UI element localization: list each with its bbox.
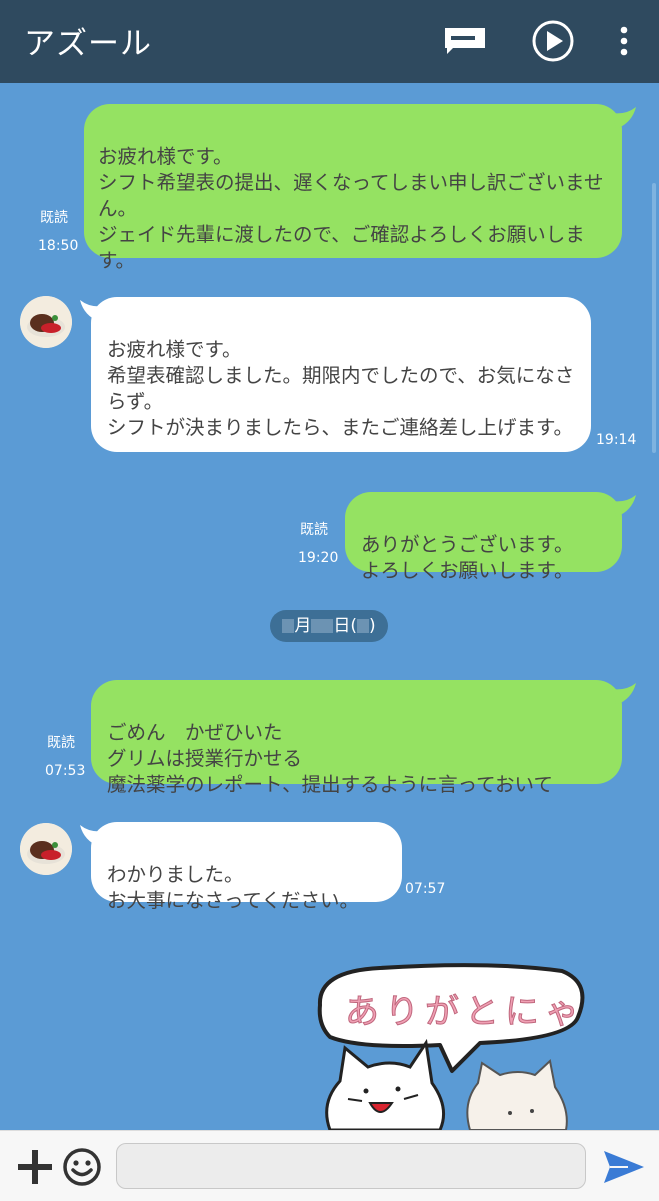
chat-header: アズール <box>0 0 659 83</box>
message-text: お疲れ様です。 シフト希望表の提出、遅くなってしまい申し訳ございません。 ジェイ… <box>98 145 604 272</box>
sticker-text: ありがとにゃ <box>345 992 585 1032</box>
more-vert-icon[interactable] <box>615 25 633 59</box>
avatar[interactable] <box>20 823 72 875</box>
avatar-image <box>20 296 72 348</box>
read-status: 既読 <box>47 735 75 751</box>
avatar-image <box>20 823 72 875</box>
message-text: ありがとうございます。 よろしくお願いします。 <box>361 533 574 582</box>
chat-notes-icon[interactable] <box>443 26 487 56</box>
chat-title: アズール <box>24 26 152 62</box>
message-bubble-received[interactable]: お疲れ様です。 希望表確認しました。期限内でしたので、お気になさらず。 シフトが… <box>91 297 591 452</box>
emoji-icon[interactable] <box>62 1147 102 1187</box>
message-bubble-received[interactable]: わかりました。 お大事になさってください。 <box>91 822 402 912</box>
chat-area[interactable]: 既読 18:50 お疲れ様です。 シフト希望表の提出、遅くなってしまい申し訳ござ… <box>0 83 659 1130</box>
message-time: 07:57 <box>405 881 446 897</box>
read-status: 既読 <box>300 522 328 538</box>
avatar[interactable] <box>20 296 72 348</box>
message-input[interactable] <box>116 1143 586 1189</box>
plus-icon[interactable] <box>16 1148 54 1186</box>
sticker-image[interactable]: ありがとにゃ <box>300 963 630 1130</box>
chat-scrollbar[interactable] <box>652 183 656 453</box>
message-text: ごめん かぜひいた グリムは授業行かせる 魔法薬学のレポート、提出するように言っ… <box>107 721 553 796</box>
date-divider: 月日() <box>270 610 388 642</box>
message-bubble-sent[interactable]: ありがとうございます。 よろしくお願いします。 <box>345 492 622 582</box>
message-text: わかりました。 お大事になさってください。 <box>107 863 359 912</box>
message-time: 19:20 <box>298 550 339 566</box>
bubble-tail <box>612 495 636 517</box>
message-time: 19:14 <box>596 432 637 448</box>
send-icon[interactable] <box>602 1149 646 1185</box>
read-status: 既読 <box>40 210 68 226</box>
message-bubble-sent[interactable]: ごめん かぜひいた グリムは授業行かせる 魔法薬学のレポート、提出するように言っ… <box>91 680 622 796</box>
play-circle-icon[interactable] <box>531 19 575 63</box>
bubble-tail <box>612 107 636 129</box>
message-bubble-sent[interactable]: お疲れ様です。 シフト希望表の提出、遅くなってしまい申し訳ございません。 ジェイ… <box>84 104 622 272</box>
message-text: お疲れ様です。 希望表確認しました。期限内でしたので、お気になさらず。 シフトが… <box>107 338 575 439</box>
message-time: 18:50 <box>38 238 79 254</box>
bubble-tail <box>612 683 636 705</box>
message-input-bar <box>0 1130 659 1201</box>
message-time: 07:53 <box>45 763 86 779</box>
